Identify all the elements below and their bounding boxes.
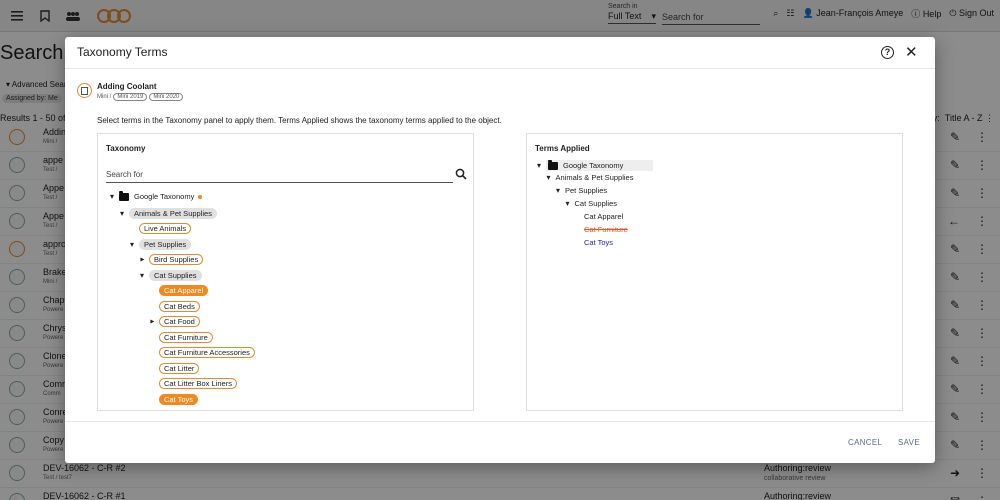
applied-term: Cat Apparel xyxy=(573,212,623,221)
cancel-button[interactable]: CANCEL xyxy=(848,438,882,447)
modified-dot-icon xyxy=(198,194,203,199)
taxonomy-node[interactable]: ▾ Bird Supplies xyxy=(138,254,204,265)
applied-term-label: Cat Apparel xyxy=(584,212,624,221)
chevron-right-icon[interactable]: ▾ xyxy=(148,318,157,326)
chevron-down-icon[interactable]: ▾ xyxy=(138,271,146,280)
chevron-down-icon[interactable]: ▾ xyxy=(108,192,116,201)
taxonomy-node[interactable]: Live Animals xyxy=(128,223,192,234)
taxonomy-node[interactable]: Cat Toys xyxy=(148,393,199,405)
chevron-down-icon[interactable]: ▾ xyxy=(535,161,543,170)
taxonomy-node[interactable]: ▾ Animals & Pet Supplies xyxy=(118,207,217,219)
applied-term: ▾ Pet Supplies xyxy=(554,186,607,195)
applied-term-label: Pet Supplies xyxy=(565,186,608,195)
terms-applied-panel: Terms Applied ▾ Google Taxonomy ▾ Animals &… xyxy=(526,133,903,411)
dialog-footer: CANCEL SAVE xyxy=(65,421,935,463)
applied-term-label: Animals & Pet Supplies xyxy=(555,173,634,182)
document-icon xyxy=(77,83,92,98)
save-button[interactable]: SAVE xyxy=(898,438,920,447)
taxonomy-node-label: Cat Toys xyxy=(159,393,199,405)
taxonomy-node[interactable]: ▾ Cat Supplies xyxy=(138,269,202,281)
chevron-down-icon[interactable]: ▾ xyxy=(564,199,572,208)
taxonomy-node-label: Cat Supplies xyxy=(149,269,202,281)
applied-term-label: Cat Furniture xyxy=(584,225,628,234)
taxonomy-search-input[interactable]: Search for xyxy=(106,170,453,183)
taxonomy-node-label: Animals & Pet Supplies xyxy=(129,207,217,219)
terms-applied-title: Terms Applied xyxy=(535,144,590,153)
help-icon[interactable]: ? xyxy=(881,46,894,59)
chevron-down-icon[interactable]: ▾ xyxy=(118,209,126,218)
taxonomy-node[interactable]: ▾ Cat Food xyxy=(148,316,200,327)
taxonomy-node-label: Cat Furniture xyxy=(159,331,213,343)
applied-term-wrap: Google Taxonomy xyxy=(546,159,654,171)
object-meta: Mini / Mini 2019 Mini 2020 xyxy=(97,93,184,101)
applied-term: Cat Furniture xyxy=(573,225,628,234)
taxonomy-node-label: Bird Supplies xyxy=(149,254,204,265)
search-icon[interactable] xyxy=(455,168,467,180)
applied-term-wrap: Animals & Pet Supplies xyxy=(556,173,634,182)
dialog-title: Taxonomy Terms xyxy=(77,45,168,59)
applied-term-label: Cat Toys xyxy=(584,238,614,247)
taxonomy-node-label: Google Taxonomy xyxy=(134,192,195,201)
folder-icon xyxy=(548,159,558,170)
chevron-right-icon[interactable]: ▾ xyxy=(138,256,147,264)
taxonomy-node-label: Cat Furniture Accessories xyxy=(159,347,255,358)
taxonomy-node[interactable]: Cat Litter Box Liners xyxy=(148,378,237,389)
taxonomy-node[interactable]: ▾ Pet Supplies xyxy=(128,238,192,250)
taxonomy-node-label: Pet Supplies xyxy=(139,238,192,250)
applied-term-wrap: Cat Toys xyxy=(584,238,613,247)
chevron-down-icon[interactable]: ▾ xyxy=(545,173,553,182)
object-name: Adding Coolant xyxy=(97,82,157,91)
taxonomy-node-label: Cat Apparel xyxy=(159,285,209,296)
applied-term: ▾ Google Taxonomy xyxy=(535,159,654,171)
taxonomy-node[interactable]: Cat Furniture xyxy=(148,331,213,343)
taxonomy-node-label: Cat Litter xyxy=(159,362,200,374)
taxonomy-node[interactable]: Cat Furniture Accessories xyxy=(148,347,255,358)
taxonomy-node[interactable]: Cat Apparel xyxy=(148,285,209,296)
applied-term-wrap: Cat Supplies xyxy=(575,199,618,208)
taxonomy-node-label: Cat Food xyxy=(159,316,200,327)
folder-icon xyxy=(119,190,129,201)
instructions-text: Select terms in the Taxonomy panel to ap… xyxy=(97,116,502,125)
applied-term-wrap: Cat Furniture xyxy=(584,225,628,234)
object-tag: Mini 2019 xyxy=(113,93,148,101)
taxonomy-panel-title: Taxonomy xyxy=(106,144,146,153)
object-tag: Mini 2020 xyxy=(149,93,184,101)
close-icon[interactable]: ✕ xyxy=(905,43,918,61)
taxonomy-node-label: Cat Beds xyxy=(159,300,200,312)
taxonomy-node-label: Live Animals xyxy=(139,223,192,234)
applied-term: ▾ Animals & Pet Supplies xyxy=(545,173,634,182)
taxonomy-node[interactable]: Cat Litter xyxy=(148,362,200,374)
taxonomy-node[interactable]: ▾ Google Taxonomy xyxy=(108,190,203,201)
object-path: Mini / xyxy=(97,94,112,100)
dialog-header: Taxonomy Terms ? ✕ xyxy=(65,37,935,69)
applied-term-wrap: Cat Apparel xyxy=(584,212,623,221)
applied-term: ▾ Cat Supplies xyxy=(564,199,618,208)
taxonomy-node[interactable]: Cat Beds xyxy=(148,300,200,312)
taxonomy-terms-dialog: Taxonomy Terms ? ✕ Adding Coolant Mini /… xyxy=(65,37,935,463)
chevron-down-icon[interactable]: ▾ xyxy=(128,240,136,249)
chevron-down-icon[interactable]: ▾ xyxy=(554,186,562,195)
taxonomy-node-label: Cat Litter Box Liners xyxy=(159,378,237,389)
applied-term-wrap: Pet Supplies xyxy=(565,186,607,195)
applied-term: Cat Toys xyxy=(573,238,613,247)
applied-term-label: Google Taxonomy xyxy=(563,161,624,170)
applied-term-label: Cat Supplies xyxy=(574,199,618,208)
taxonomy-panel: Taxonomy Search for ▾ Google Taxonomy ▾ Ani… xyxy=(97,133,474,411)
